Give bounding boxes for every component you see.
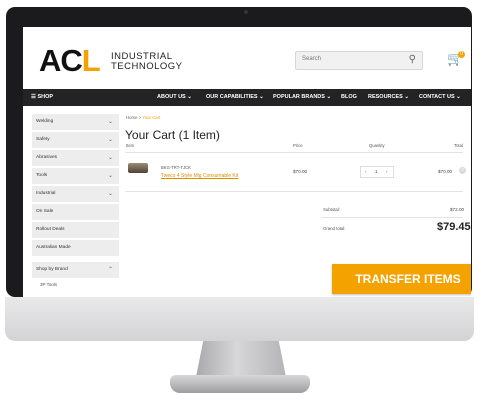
sidebar-item-australian-made[interactable]: Australian Made	[32, 240, 119, 256]
monitor-chin	[5, 297, 474, 341]
increment-icon[interactable]: ›	[386, 169, 388, 174]
logo-text: ACL	[39, 43, 101, 78]
sidebar-item-safety[interactable]: Safety ⌄	[32, 132, 119, 148]
search-input[interactable]: Search ⚲	[295, 51, 423, 70]
nav-item-label: OUR CAPABILITIES	[206, 94, 258, 100]
decrement-icon[interactable]: ‹	[365, 169, 367, 174]
subtotal-value: $72.00	[450, 207, 465, 212]
page-title: Your Cart (1 Item)	[125, 128, 220, 142]
nav-item-label: ABOUT US	[157, 94, 186, 100]
breadcrumb-current: Your Cart	[142, 115, 161, 120]
tagline-line2: TECHNOLOGY	[111, 61, 183, 72]
quantity-value[interactable]: 1	[375, 169, 378, 174]
chevron-down-icon[interactable]: ⌄	[108, 172, 113, 179]
logo-tagline: INDUSTRIAL TECHNOLOGY	[111, 52, 183, 72]
sidebar: Welding ⌄ Safety ⌄ Abrasives ⌄ Tools ⌄ Indus…	[32, 114, 119, 291]
chevron-down-icon[interactable]: ⌄	[108, 154, 113, 161]
monitor-base	[170, 375, 310, 393]
search-icon[interactable]: ⚲	[409, 54, 416, 65]
breadcrumb-home-link[interactable]: Home	[126, 115, 137, 120]
chevron-down-icon[interactable]: ⌄	[108, 118, 113, 125]
sidebar-item-label: Industrial	[36, 191, 56, 196]
main-nav: ☰ SHOP ABOUT US ⌄ OUR CAPABILITIES ⌄ POP…	[23, 89, 471, 106]
divider	[125, 191, 463, 192]
sidebar-item-welding[interactable]: Welding ⌄	[32, 114, 119, 130]
cart-count-badge: 0	[458, 51, 465, 58]
sidebar-item-label: Rollout Deals	[36, 227, 65, 232]
product-thumbnail[interactable]	[128, 163, 148, 173]
divider	[125, 152, 463, 153]
quantity-stepper[interactable]: ‹ 1 ›	[360, 166, 394, 178]
nav-shop-button[interactable]: ☰ SHOP	[31, 94, 53, 100]
sidebar-item-label: Tools	[36, 173, 48, 178]
product-price: $70.00	[293, 169, 308, 174]
grand-total-value: $79.45	[437, 221, 471, 233]
nav-shop-label: SHOP	[37, 94, 54, 100]
chevron-up-icon[interactable]: ⌃	[108, 266, 113, 273]
logo-accent-letter: L	[81, 43, 101, 78]
camera-icon	[244, 10, 248, 14]
nav-item-label: RESOURCES	[368, 94, 403, 100]
sidebar-item-label: Australian Made	[36, 245, 71, 250]
nav-item-about[interactable]: ABOUT US ⌄	[157, 94, 192, 100]
nav-item-brands[interactable]: POPULAR BRANDS ⌄	[273, 94, 331, 100]
monitor-bezel: ACL INDUSTRIAL TECHNOLOGY Search ⚲ 🛒 0 ☰…	[6, 7, 472, 302]
scene: ACL INDUSTRIAL TECHNOLOGY Search ⚲ 🛒 0 ☰…	[0, 0, 482, 402]
nav-item-label: BLOG	[341, 94, 357, 100]
divider	[321, 217, 463, 218]
sidebar-item-label: On Sale	[36, 209, 54, 214]
transfer-items-button[interactable]: TRANSFER ITEMS	[332, 264, 471, 294]
sidebar-item-label: Safety	[36, 137, 50, 142]
column-header-item: Item	[126, 143, 135, 148]
grand-total-label: Grand total:	[323, 226, 346, 231]
sidebar-item-label: Shop by Brand	[36, 267, 68, 272]
sidebar-item-industrial[interactable]: Industrial ⌄	[32, 186, 119, 202]
nav-item-label: CONTACT US	[419, 94, 455, 100]
sidebar-item-tools[interactable]: Tools ⌄	[32, 168, 119, 184]
sidebar-item-label: Abrasives	[36, 155, 58, 160]
site-header: ACL INDUSTRIAL TECHNOLOGY Search ⚲ 🛒 0	[23, 27, 471, 89]
subtotal-label: Subtotal:	[323, 207, 340, 212]
nav-item-label: POPULAR BRANDS	[273, 94, 325, 100]
chevron-down-icon[interactable]: ⌄	[108, 190, 113, 197]
sidebar-item-on-sale[interactable]: On Sale	[32, 204, 119, 220]
column-header-total: Total	[454, 143, 463, 148]
search-placeholder: Search	[302, 56, 322, 62]
column-header-price: Price	[293, 143, 303, 148]
monitor-stand	[196, 341, 286, 377]
remove-item-icon[interactable]: ×	[459, 167, 466, 174]
product-name-link[interactable]: Tweco 4 Style Mig Consumable Kit	[161, 173, 238, 179]
nav-item-blog[interactable]: BLOG	[341, 94, 357, 100]
product-sku: BKG-TRT-TJCK	[161, 165, 191, 170]
sidebar-item-shop-by-brand[interactable]: Shop by Brand ⌃	[32, 262, 119, 278]
monitor-screen: ACL INDUSTRIAL TECHNOLOGY Search ⚲ 🛒 0 ☰…	[23, 27, 471, 302]
sidebar-subitem-label: 3P Tools	[40, 282, 58, 287]
chevron-down-icon[interactable]: ⌄	[108, 136, 113, 143]
sidebar-item-rollout-deals[interactable]: Rollout Deals	[32, 222, 119, 238]
sidebar-item-label: Welding	[36, 119, 54, 124]
breadcrumb: Home > Your Cart	[126, 115, 161, 120]
logo[interactable]: ACL	[39, 43, 101, 78]
nav-item-capabilities[interactable]: OUR CAPABILITIES ⌄	[206, 94, 264, 100]
nav-item-contact[interactable]: CONTACT US ⌄	[419, 94, 461, 100]
column-header-quantity: Quantity	[369, 143, 385, 148]
sidebar-item-abrasives[interactable]: Abrasives ⌄	[32, 150, 119, 166]
nav-item-resources[interactable]: RESOURCES ⌄	[368, 94, 409, 100]
line-total: $70.00	[438, 169, 453, 174]
sidebar-subitem-3p-tools[interactable]: 3P Tools	[32, 280, 119, 291]
